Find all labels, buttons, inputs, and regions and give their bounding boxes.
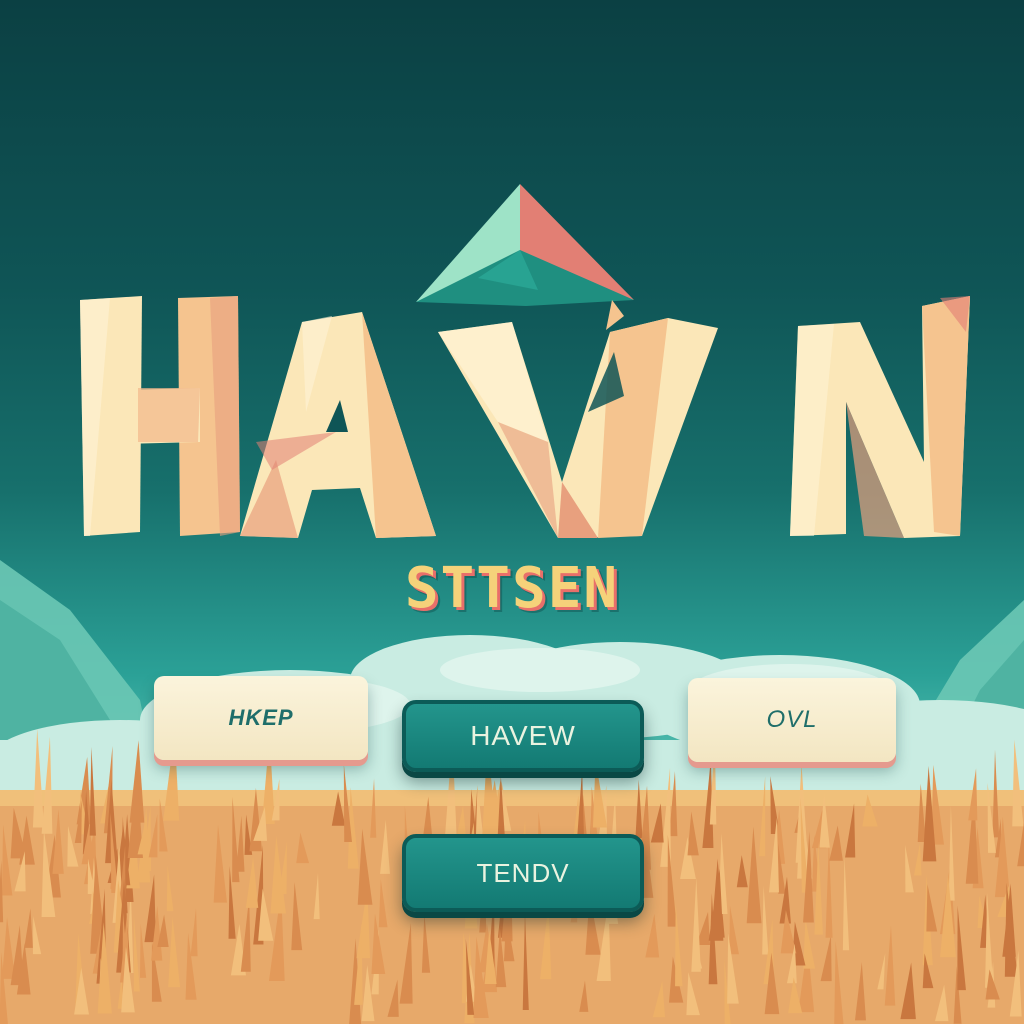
menu-button-center[interactable]: HAVEW — [402, 700, 644, 772]
game-subtitle: STTSEN — [404, 556, 620, 621]
menu-button-bottom[interactable]: TENDV — [402, 834, 644, 912]
menu-button-center-label: HAVEW — [470, 720, 576, 751]
menu-button-left[interactable]: HKEP — [154, 676, 368, 760]
title-letter-h: H — [80, 292, 240, 542]
title-letter-v: V — [438, 292, 738, 542]
menu-button-left-label: HKEP — [228, 705, 294, 730]
menu-button-right-label: OVL — [766, 706, 818, 733]
title-letter-n: N — [734, 292, 974, 542]
menu-button-right[interactable]: OVL — [688, 678, 896, 762]
crystal-pyramid-icon — [416, 184, 634, 306]
title-screen: H A V N — [0, 0, 1024, 1024]
title-letter-a: A — [236, 292, 436, 542]
menu-button-bottom-label: TENDV — [476, 857, 570, 888]
